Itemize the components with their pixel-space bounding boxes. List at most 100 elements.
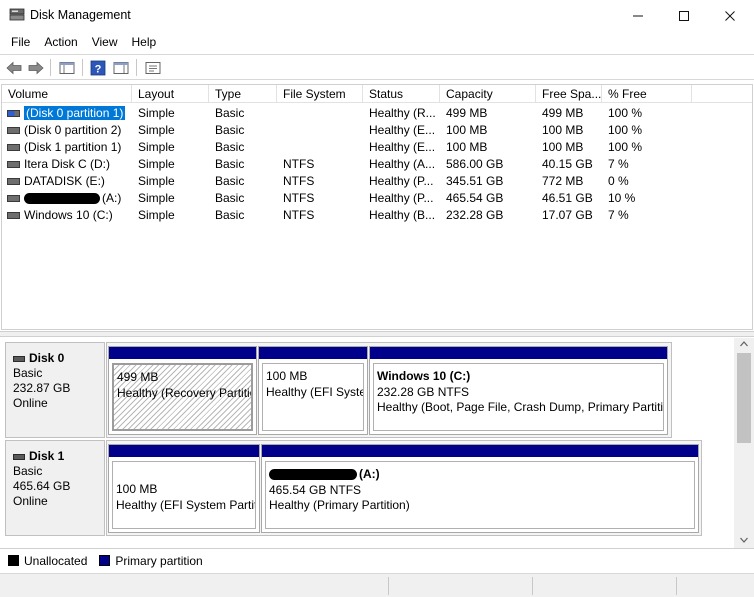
partition-disk0-windows-c[interactable]: Windows 10 (C:) 232.28 GB NTFS Healthy (… <box>369 346 668 435</box>
volume-row[interactable]: (Disk 0 partition 2) Simple Basic Health… <box>2 122 752 139</box>
close-button[interactable] <box>707 0 753 31</box>
volume-list[interactable]: Volume Layout Type File System Status Ca… <box>1 84 753 330</box>
maximize-icon <box>679 10 689 21</box>
chevron-up-icon <box>740 341 748 347</box>
chevron-down-icon <box>740 537 748 543</box>
volume-status: Healthy (P... <box>369 174 434 188</box>
disk-0-name: Disk 0 <box>13 351 104 366</box>
volume-row[interactable]: Windows 10 (C:) Simple Basic NTFS Health… <box>2 207 752 224</box>
column-header-status[interactable]: Status <box>363 85 440 103</box>
show-hide-console-tree-button[interactable] <box>58 59 76 76</box>
disk-1-partitions: 100 MB Healthy (EFI System Partiti (A:) … <box>106 440 702 536</box>
partition-size: 499 MB <box>117 370 159 384</box>
help-button[interactable]: ? <box>89 59 107 76</box>
partition-status: Healthy (Primary Partition) <box>269 498 410 512</box>
column-header-free-space[interactable]: Free Spa... <box>536 85 602 103</box>
toolbar-separator <box>136 59 137 76</box>
partition-disk1-efi[interactable]: 100 MB Healthy (EFI System Partiti <box>108 444 260 533</box>
volume-layout: Simple <box>138 191 175 205</box>
status-separator <box>532 577 533 595</box>
status-bar <box>0 573 754 597</box>
volume-file-system: NTFS <box>283 191 315 205</box>
pane-splitter[interactable] <box>0 331 754 337</box>
volume-icon <box>7 161 20 168</box>
partition-size: 100 MB <box>266 369 308 383</box>
disk-management-app-icon <box>9 8 25 21</box>
back-button[interactable] <box>5 59 23 76</box>
volume-file-system: NTFS <box>283 174 315 188</box>
partition-size: 100 MB <box>116 482 158 496</box>
volume-capacity: 100 MB <box>446 123 488 137</box>
volume-file-system: NTFS <box>283 208 315 222</box>
partition-content: 100 MB Healthy (EFI Syster <box>262 363 364 431</box>
partition-bar <box>370 347 667 359</box>
volume-status: Healthy (E... <box>369 123 436 137</box>
volume-file-system: NTFS <box>283 157 315 171</box>
volume-status: Healthy (P... <box>369 191 434 205</box>
minimize-button[interactable] <box>615 0 661 31</box>
status-separator <box>388 577 389 595</box>
partition-disk1-a[interactable]: (A:) 465.54 GB NTFS Healthy (Primary Par… <box>261 444 699 533</box>
menu-file[interactable]: File <box>4 31 37 53</box>
forward-button[interactable] <box>27 59 45 76</box>
column-header-file-system[interactable]: File System <box>277 85 363 103</box>
primary-partition-swatch <box>99 555 111 566</box>
column-header-percent-free[interactable]: % Free <box>602 85 692 103</box>
volume-layout: Simple <box>138 140 175 154</box>
menu-action[interactable]: Action <box>37 31 84 53</box>
column-header-type[interactable]: Type <box>209 85 277 103</box>
partition-bar <box>109 347 256 359</box>
status-separator <box>676 577 677 595</box>
volume-row[interactable]: (Disk 1 partition 1) Simple Basic Health… <box>2 139 752 156</box>
graphical-view-scrollbar[interactable] <box>734 338 754 548</box>
disk-0-state: Online <box>13 396 48 410</box>
scroll-up-button[interactable] <box>734 338 754 352</box>
partition-bar <box>109 445 259 457</box>
volume-type: Basic <box>215 140 245 154</box>
disk-1-name: Disk 1 <box>13 449 104 464</box>
volume-percent-free: 100 % <box>608 140 643 154</box>
volume-type: Basic <box>215 208 245 222</box>
properties-button[interactable] <box>144 59 162 76</box>
disk-graphical-view[interactable]: Disk 0 Basic 232.87 GB Online 499 MB Hea… <box>0 338 754 548</box>
disk-0-label[interactable]: Disk 0 Basic 232.87 GB Online <box>5 342 105 438</box>
column-header-capacity[interactable]: Capacity <box>440 85 536 103</box>
volume-capacity: 465.54 GB <box>446 191 504 205</box>
volume-icon <box>7 110 20 117</box>
volume-row[interactable]: DATADISK (E:) Simple Basic NTFS Healthy … <box>2 173 752 190</box>
legend-primary-partition: Primary partition <box>115 553 203 568</box>
volume-free-space: 17.07 GB <box>542 208 593 222</box>
volume-row[interactable]: (Disk 0 partition 1) Simple Basic Health… <box>2 105 752 122</box>
column-header-layout[interactable]: Layout <box>132 85 209 103</box>
volume-layout: Simple <box>138 106 175 120</box>
partition-disk0-efi[interactable]: 100 MB Healthy (EFI Syster <box>258 346 368 435</box>
scroll-down-button[interactable] <box>734 534 754 548</box>
scroll-thumb[interactable] <box>737 353 751 443</box>
menu-view[interactable]: View <box>85 31 125 53</box>
volume-layout: Simple <box>138 157 175 171</box>
partition-size: 232.28 GB NTFS <box>377 384 470 399</box>
volume-type: Basic <box>215 157 245 171</box>
disk-1-label[interactable]: Disk 1 Basic 465.64 GB Online <box>5 440 105 536</box>
partition-title: (A:) <box>269 467 694 483</box>
volume-capacity: 586.00 GB <box>446 157 504 171</box>
menu-help[interactable]: Help <box>125 31 164 53</box>
volume-capacity: 100 MB <box>446 140 488 154</box>
volume-percent-free: 7 % <box>608 208 629 222</box>
volume-name: Windows 10 (C:) <box>24 208 113 222</box>
unallocated-swatch <box>8 555 19 566</box>
volume-status: Healthy (B... <box>369 208 436 222</box>
volume-layout: Simple <box>138 123 175 137</box>
legend: Unallocated Primary partition <box>0 548 754 572</box>
volume-row[interactable]: (A:) Simple Basic NTFS Healthy (P... 465… <box>2 190 752 207</box>
disk-icon <box>13 453 25 460</box>
volume-row[interactable]: Itera Disk C (D:) Simple Basic NTFS Heal… <box>2 156 752 173</box>
show-hide-action-pane-button[interactable] <box>112 59 130 76</box>
volume-free-space: 46.51 GB <box>542 191 593 205</box>
maximize-button[interactable] <box>661 0 707 31</box>
volume-percent-free: 0 % <box>608 174 629 188</box>
volume-type: Basic <box>215 174 245 188</box>
partition-disk0-recovery[interactable]: 499 MB Healthy (Recovery Partitic <box>108 346 257 435</box>
redacted-label <box>24 193 100 205</box>
column-header-volume[interactable]: Volume <box>2 85 132 103</box>
